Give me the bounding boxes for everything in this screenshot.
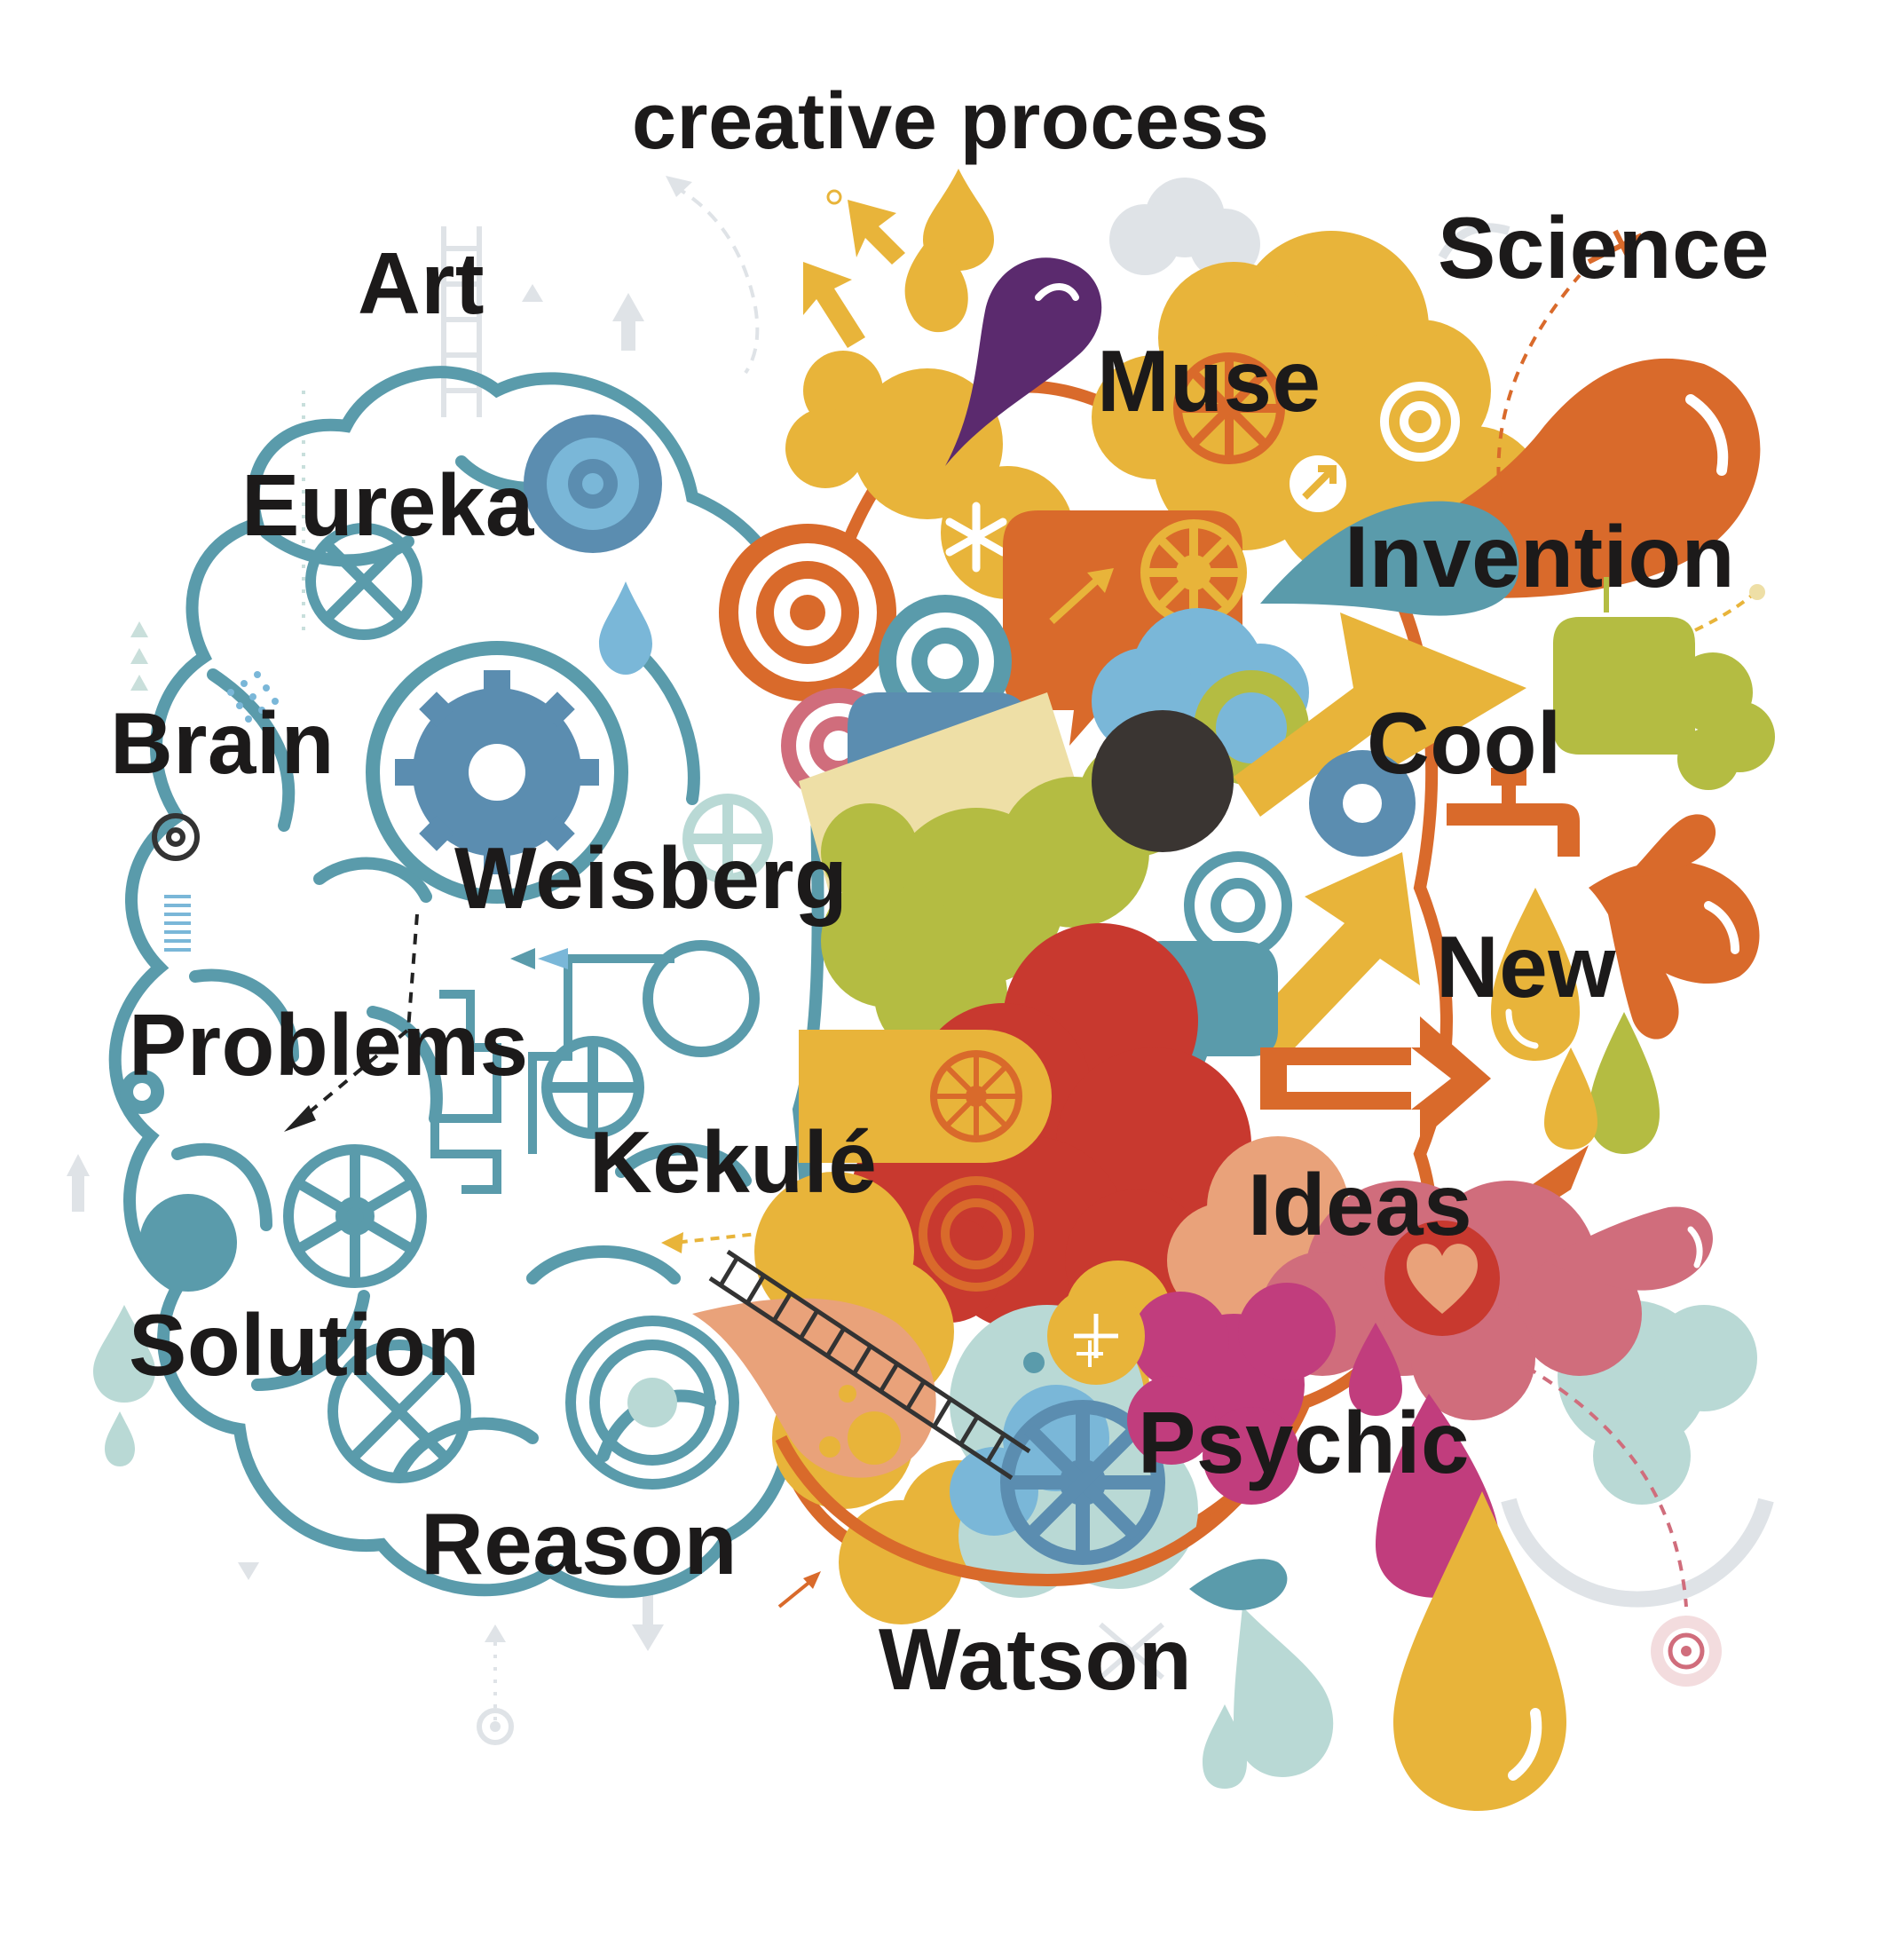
word-art: Art [358,234,485,332]
word-solution: Solution [129,1296,480,1394]
target-icon [1651,1616,1722,1687]
arrow-icon [510,948,535,969]
arrow-icon [803,200,905,348]
word-eureka: Eureka [241,456,534,554]
word-problems: Problems [129,996,529,1094]
arrow-icon [130,621,148,691]
arrow-icon [1290,455,1346,512]
target-icon [1184,851,1292,960]
arrow-icon [538,948,568,969]
word-psychic: Psychic [1138,1394,1470,1491]
drop-icon [105,1411,135,1466]
drop-icon [1189,1559,1288,1610]
word-kekule: Kekulé [589,1113,878,1211]
gear-icon [1047,1287,1145,1385]
word-weisberg: Weisberg [454,829,848,927]
drop-icon [945,257,1102,466]
dark-circle [1092,710,1234,852]
target-icon [565,1316,739,1490]
word-brain: Brain [110,694,335,792]
title: creative process [632,77,1270,166]
word-new: New [1436,918,1617,1016]
word-cool: Cool [1367,694,1562,792]
wheel-icon [1140,519,1247,626]
word-watson: Watson [879,1610,1193,1708]
stripe-decoration [164,895,191,952]
drop-icon [1234,1607,1334,1777]
gear-icon [524,415,662,553]
target-icon [719,524,896,701]
word-reason: Reason [421,1495,738,1592]
word-muse: Muse [1097,332,1321,430]
arrow-icon [661,1232,683,1253]
word-ideas: Ideas [1248,1156,1473,1253]
cloud-icon [1673,652,1775,790]
word-science: Science [1438,199,1770,296]
word-invention: Invention [1345,508,1736,605]
drop-icon [599,581,652,675]
